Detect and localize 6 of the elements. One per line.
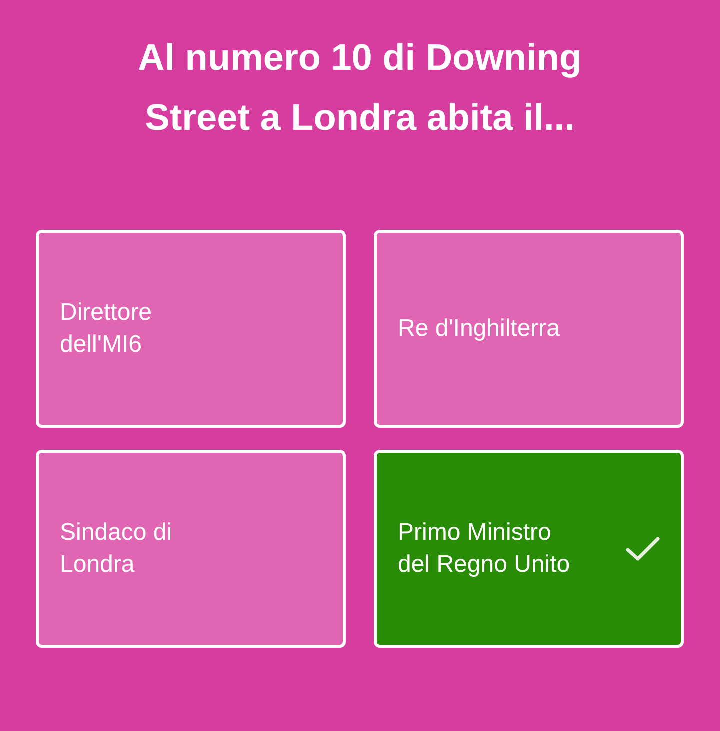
answer-option[interactable]: Re d'Inghilterra bbox=[374, 230, 684, 428]
answer-option[interactable]: Sindaco di Londra bbox=[36, 450, 346, 648]
answer-option[interactable]: Direttore dell'MI6 bbox=[36, 230, 346, 428]
answer-option[interactable]: Primo Ministro del Regno Unito bbox=[374, 450, 684, 648]
question-title: Al numero 10 di Downing Street a Londra abita il... bbox=[136, 36, 584, 140]
check-icon bbox=[625, 535, 661, 563]
